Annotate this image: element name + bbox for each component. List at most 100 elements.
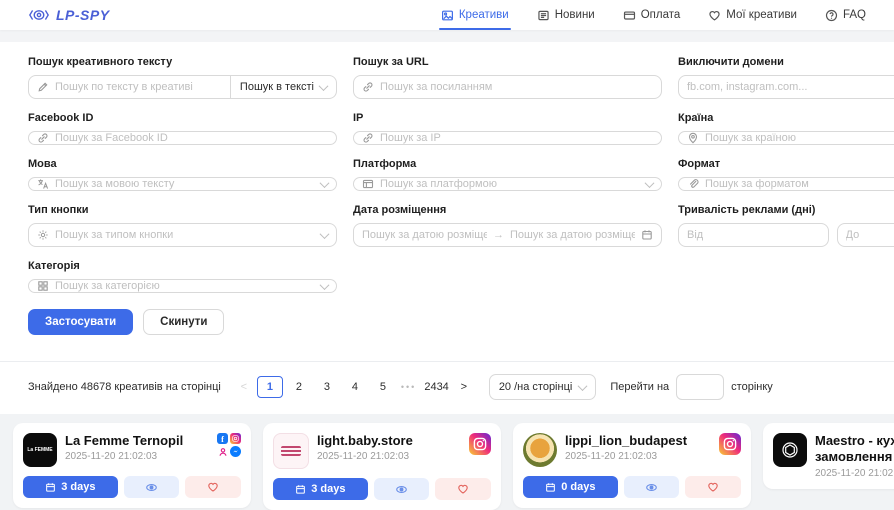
field-label: Дата розміщення (353, 204, 662, 216)
duration-from-field[interactable] (687, 229, 820, 241)
favorite-button[interactable] (185, 476, 241, 498)
category-field[interactable] (55, 280, 315, 292)
ip-field[interactable] (380, 132, 653, 144)
next-page-button[interactable]: > (455, 381, 473, 393)
field-label: Facebook ID (28, 112, 337, 124)
avatar (523, 433, 557, 467)
credit-card-icon (623, 9, 636, 22)
instagram-icon (719, 433, 741, 455)
apply-button[interactable]: Застосувати (28, 309, 133, 335)
page-size-value: 20 /на сторінці (499, 381, 573, 393)
page-size-select[interactable]: 20 /на сторінці (489, 374, 597, 400)
link-icon (362, 132, 374, 144)
nav-item-my-creatives[interactable]: Мої креативи (708, 0, 797, 30)
nav-label: Мої креативи (726, 9, 797, 21)
chevron-down-icon (320, 229, 330, 239)
facebook-id-field[interactable] (55, 132, 328, 144)
nav-item-news[interactable]: Новини (537, 0, 595, 30)
days-label: 3 days (61, 481, 95, 493)
calendar-icon (545, 482, 556, 493)
nav-item-payment[interactable]: Оплата (623, 0, 681, 30)
logo[interactable]: LP-SPY (28, 7, 110, 23)
chevron-down-icon (645, 178, 655, 188)
link-icon (362, 81, 374, 93)
platform-select[interactable] (353, 177, 662, 191)
button-type-select[interactable] (28, 223, 337, 247)
creative-text-input[interactable] (28, 75, 231, 99)
page-button-3[interactable]: 3 (315, 377, 339, 397)
view-button[interactable] (624, 476, 680, 498)
instagram-icon (230, 433, 241, 444)
exclude-domains-field[interactable] (687, 81, 894, 93)
page-button-1[interactable]: 1 (257, 376, 283, 398)
field-label: Тривалість реклами (дні) (678, 204, 894, 216)
page-button-5[interactable]: 5 (371, 377, 395, 397)
exclude-domains-input[interactable] (678, 75, 894, 99)
instagram-icon (469, 433, 491, 455)
days-button[interactable]: 3 days (273, 478, 368, 500)
person-icon (217, 446, 228, 457)
results-summary: Знайдено 48678 креативів на сторінці (28, 381, 221, 393)
filter-exclude-domains: Виключити домени (678, 52, 894, 99)
format-field[interactable] (705, 178, 894, 190)
platform-icon (362, 178, 374, 190)
creative-card[interactable]: Maestro - кухні, меблі на замовлення в У… (763, 423, 894, 489)
location-pin-icon (687, 132, 699, 144)
format-input[interactable] (678, 177, 894, 191)
page-button-2[interactable]: 2 (287, 377, 311, 397)
filter-platform: Платформа (353, 154, 662, 191)
heart-icon (708, 9, 721, 22)
creative-card[interactable]: light.baby.store 2025-11-20 21:02:03 3 d… (263, 423, 501, 510)
days-button[interactable]: 0 days (523, 476, 618, 498)
view-button[interactable] (124, 476, 180, 498)
duration-to-input[interactable] (837, 223, 894, 247)
messenger-icon (230, 446, 241, 457)
link-icon (37, 132, 49, 144)
button-type-field[interactable] (55, 229, 315, 241)
creative-card[interactable]: La FEMME La Femme Ternopil 2025-11-20 21… (13, 423, 251, 508)
page-button-last[interactable]: 2434 (422, 377, 450, 397)
ip-input[interactable] (353, 131, 662, 145)
url-field[interactable] (380, 81, 653, 93)
filter-button-type: Тип кнопки (28, 200, 337, 247)
creative-text-field[interactable] (55, 81, 222, 93)
pagination-ellipsis[interactable]: ••• (399, 382, 418, 392)
nav-item-creatives[interactable]: Креативи (441, 0, 509, 30)
reset-button[interactable]: Скинути (143, 309, 224, 335)
favorite-button[interactable] (435, 478, 491, 500)
favorite-button[interactable] (685, 476, 741, 498)
nav-item-faq[interactable]: FAQ (825, 0, 866, 30)
platform-field[interactable] (380, 178, 640, 190)
calendar-icon (45, 482, 56, 493)
text-search-mode-select[interactable]: Пошук в тексті (231, 75, 337, 99)
date-range-picker[interactable]: → (353, 223, 662, 247)
view-button[interactable] (374, 478, 430, 500)
page-button-4[interactable]: 4 (343, 377, 367, 397)
avatar-label: La FEMME (27, 447, 52, 454)
filter-facebook-id: Facebook ID (28, 108, 337, 145)
filter-duration: Тривалість реклами (дні) (678, 200, 894, 247)
country-input[interactable] (678, 131, 894, 145)
days-button[interactable]: 3 days (23, 476, 118, 498)
date-from-field[interactable] (362, 229, 487, 241)
filter-creative-text: Пошук креативного тексту Пошук в тексті (28, 52, 337, 99)
news-icon (537, 9, 550, 22)
prev-page-button[interactable]: < (235, 381, 253, 393)
duration-from-input[interactable] (678, 223, 829, 247)
card-date: 2025-11-20 21:02:03 (815, 468, 894, 479)
category-select[interactable] (28, 279, 337, 293)
card-actions: 3 days (23, 476, 241, 498)
date-to-field[interactable] (510, 229, 635, 241)
goto-page-input[interactable] (676, 374, 724, 400)
creative-card[interactable]: lippi_lion_budapest 2025-11-20 21:02:03 … (513, 423, 751, 508)
country-field[interactable] (705, 132, 894, 144)
duration-to-field[interactable] (846, 229, 894, 241)
url-input[interactable] (353, 75, 662, 99)
language-select[interactable] (28, 177, 337, 191)
days-label: 0 days (561, 481, 595, 493)
eye-logo-icon (28, 7, 50, 23)
language-field[interactable] (55, 178, 315, 190)
facebook-icon: f (217, 433, 228, 444)
nav-label: Новини (555, 9, 595, 21)
facebook-id-input[interactable] (28, 131, 337, 145)
